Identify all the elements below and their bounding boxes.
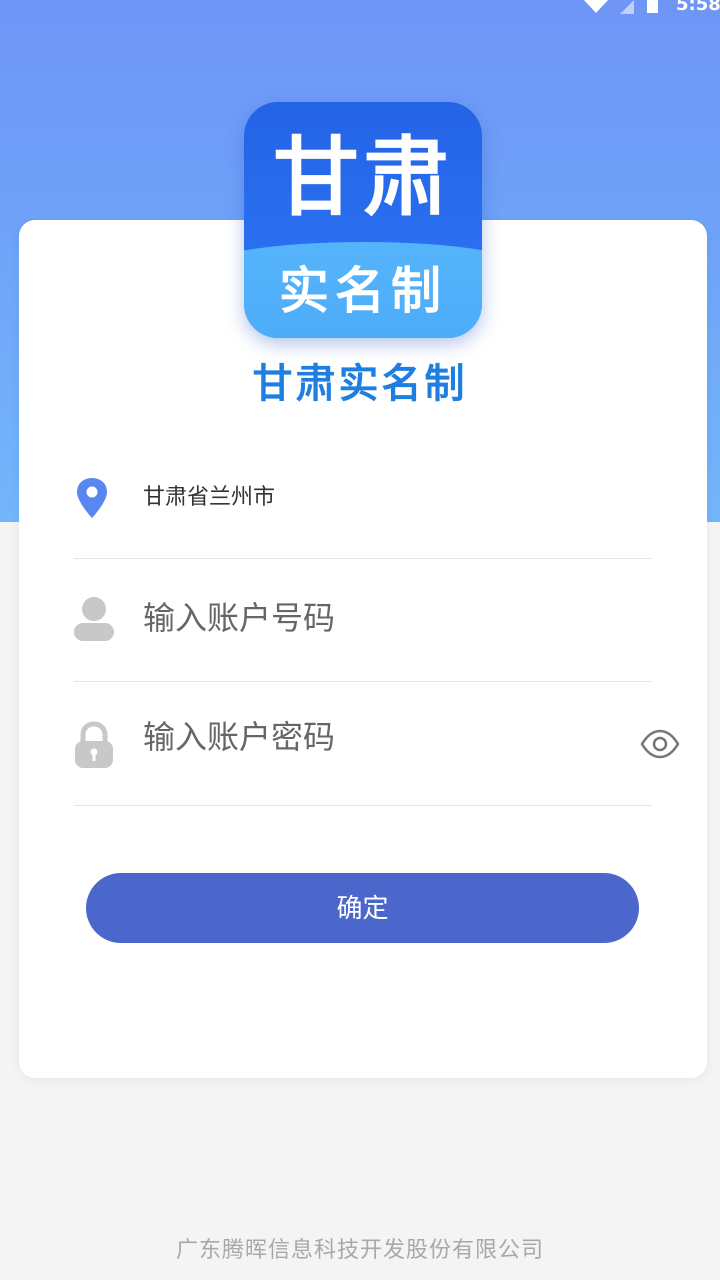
lock-icon xyxy=(74,721,114,773)
confirm-button[interactable]: 确定 xyxy=(86,873,639,943)
logo-top-text: 甘肃 xyxy=(273,128,453,228)
password-input[interactable]: 输入账户密码 xyxy=(74,683,652,806)
wifi-icon xyxy=(584,0,608,13)
eye-icon[interactable] xyxy=(640,724,680,764)
location-pin-icon xyxy=(74,476,110,524)
account-input[interactable]: 输入账户号码 xyxy=(74,560,652,682)
status-time: 5:58 xyxy=(676,0,720,15)
company-footer: 广东腾晖信息科技开发股份有限公司 xyxy=(175,1238,544,1263)
logo-bottom-text: 实名制 xyxy=(279,262,447,320)
password-placeholder: 输入账户密码 xyxy=(143,718,336,756)
battery-icon xyxy=(647,0,658,13)
user-icon xyxy=(74,596,114,646)
app-title: 甘肃实名制 xyxy=(252,361,468,407)
signal-icon xyxy=(620,0,634,14)
location-text: 甘肃省兰州市 xyxy=(143,485,276,510)
location-row[interactable]: 甘肃省兰州市 xyxy=(74,462,652,559)
status-bar: 5:58 xyxy=(580,0,720,20)
account-placeholder: 输入账户号码 xyxy=(143,599,336,637)
app-logo: 甘肃 实名制 xyxy=(244,102,482,338)
